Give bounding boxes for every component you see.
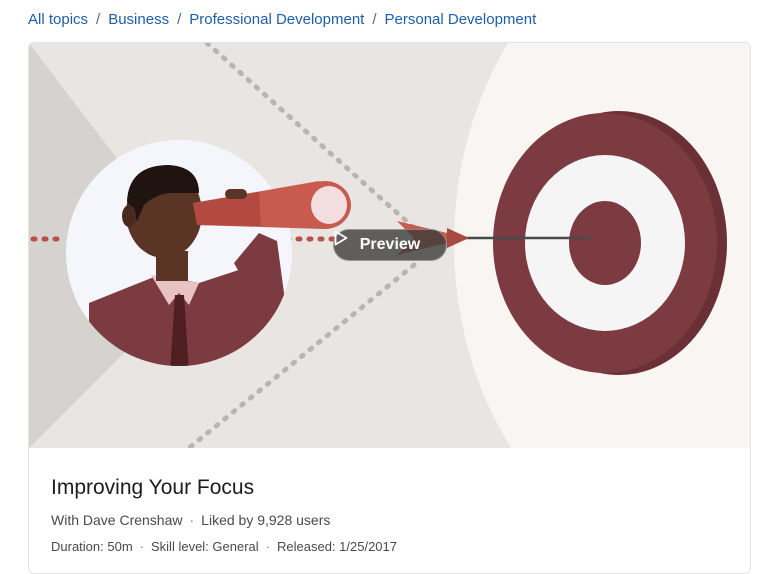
- course-details: Duration: 50m · Skill level: General · Relea…: [51, 539, 397, 554]
- play-icon: [334, 230, 348, 246]
- course-title[interactable]: Improving Your Focus: [51, 476, 254, 500]
- breadcrumb-professional-development[interactable]: Professional Development: [189, 11, 364, 28]
- course-author-likes: With Dave Crenshaw · Liked by 9,928 users: [51, 512, 330, 528]
- course-likes: Liked by 9,928 users: [201, 512, 331, 528]
- breadcrumb-separator: /: [177, 11, 182, 28]
- breadcrumb-all-topics[interactable]: All topics: [28, 11, 88, 28]
- course-hero[interactable]: Preview: [29, 43, 750, 448]
- breadcrumb-separator: /: [96, 11, 101, 28]
- preview-label: Preview: [359, 236, 421, 253]
- course-duration: Duration: 50m: [51, 539, 133, 554]
- meta-separator: ·: [139, 539, 144, 554]
- breadcrumb-personal-development[interactable]: Personal Development: [385, 11, 537, 28]
- breadcrumb-business[interactable]: Business: [108, 11, 169, 28]
- course-skill-level: Skill level: General: [151, 539, 259, 554]
- breadcrumb: All topics / Business / Professional Develop…: [28, 11, 536, 28]
- course-author[interactable]: With Dave Crenshaw: [51, 512, 183, 528]
- preview-button[interactable]: Preview: [333, 229, 447, 261]
- breadcrumb-separator: /: [372, 11, 377, 28]
- course-released: Released: 1/25/2017: [277, 539, 397, 554]
- meta-separator: ·: [265, 539, 270, 554]
- meta-separator: ·: [189, 512, 195, 528]
- course-card: Preview Improving Your Focus With Dave C…: [28, 42, 751, 574]
